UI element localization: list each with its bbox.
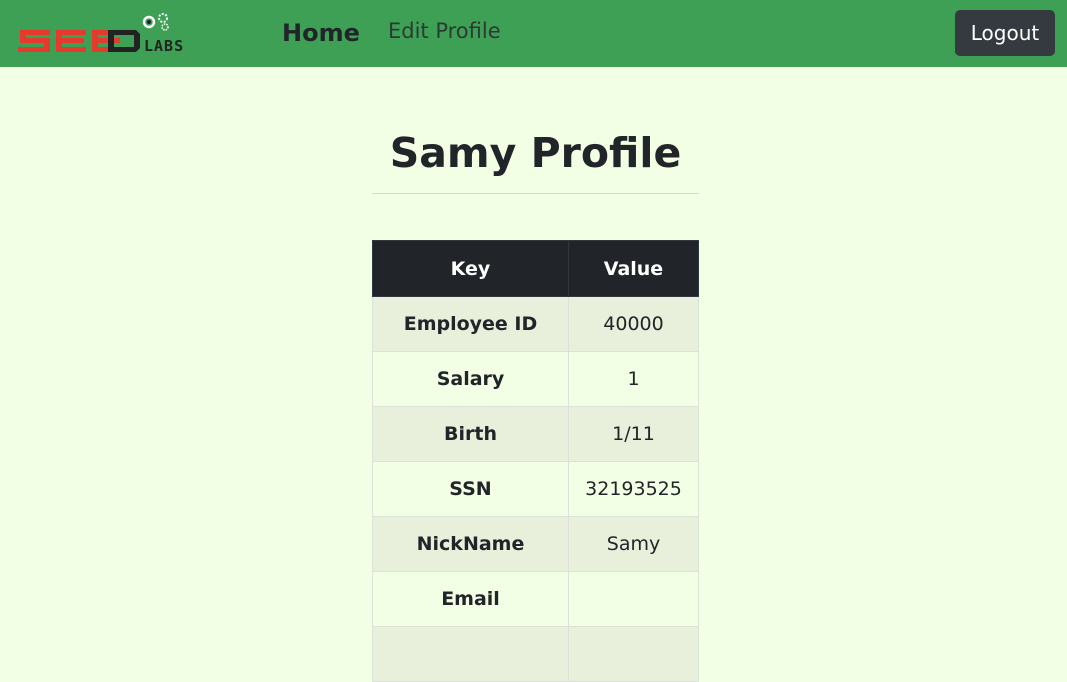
table-row [372, 626, 699, 682]
table-header-row: Key Value [372, 240, 699, 297]
table-row: Salary 1 [372, 351, 699, 407]
profile-table: Key Value Employee ID 40000 Salary 1 Bir… [372, 240, 699, 682]
row-key: Employee ID [372, 296, 569, 352]
nav-edit-profile-link[interactable]: Edit Profile [388, 16, 501, 46]
row-key: NickName [372, 516, 569, 572]
row-value: 1 [568, 351, 699, 407]
table-row: NickName Samy [372, 516, 699, 572]
row-value: 40000 [568, 296, 699, 352]
table-row: Email [372, 571, 699, 627]
logout-button[interactable]: Logout [955, 10, 1055, 56]
row-key: Email [372, 571, 569, 627]
title-divider [372, 193, 699, 194]
row-key: Birth [372, 406, 569, 462]
row-value: 1/11 [568, 406, 699, 462]
row-value [568, 626, 699, 682]
row-value: Samy [568, 516, 699, 572]
row-value [568, 571, 699, 627]
svg-text:LABS: LABS [144, 37, 184, 55]
navbar: LABS Home Edit Profile Logout [0, 0, 1067, 67]
row-key: Salary [372, 351, 569, 407]
column-header-value: Value [568, 240, 699, 297]
seed-labs-logo[interactable]: LABS [18, 12, 218, 56]
page-title: Samy Profile [389, 129, 682, 177]
row-value: 32193525 [568, 461, 699, 517]
table-row: Employee ID 40000 [372, 296, 699, 352]
row-key [372, 626, 569, 682]
table-row: SSN 32193525 [372, 461, 699, 517]
table-row: Birth 1/11 [372, 406, 699, 462]
nav-home-link[interactable]: Home [282, 17, 360, 49]
row-key: SSN [372, 461, 569, 517]
column-header-key: Key [372, 240, 569, 297]
